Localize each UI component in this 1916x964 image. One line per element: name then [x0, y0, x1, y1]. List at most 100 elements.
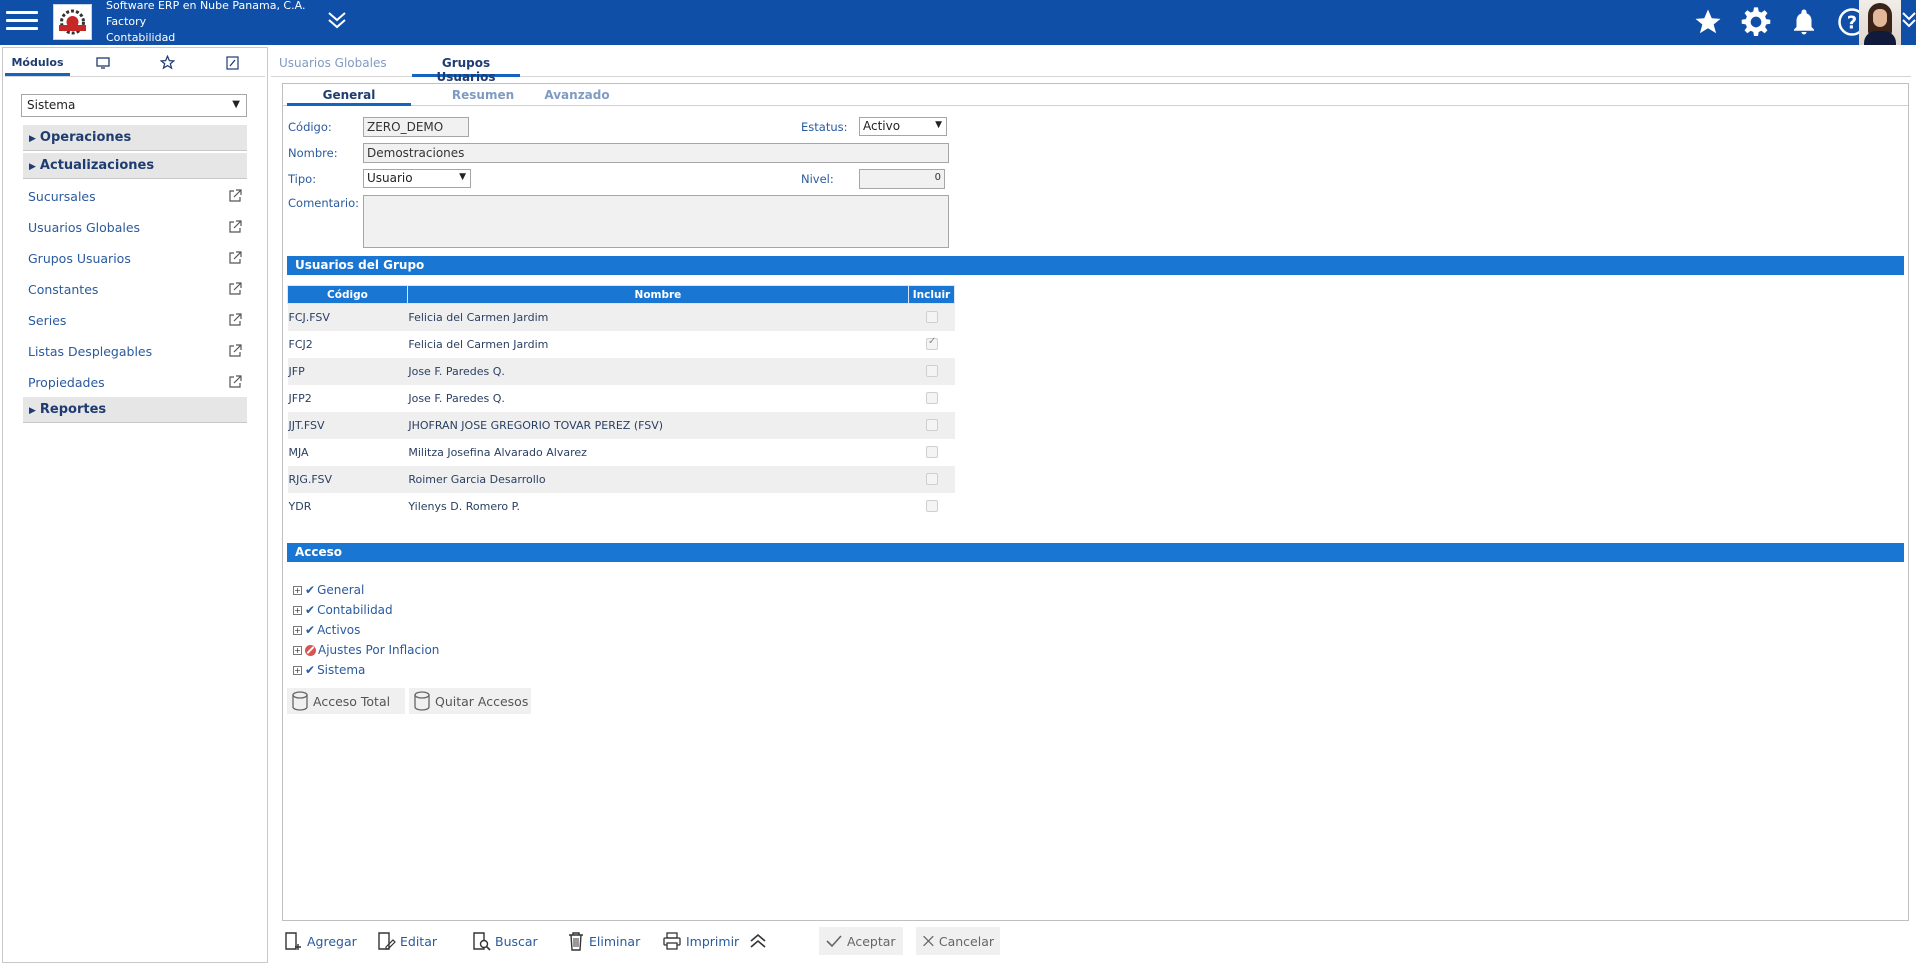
incluir-checkbox-checked[interactable]	[926, 336, 938, 350]
sidebar-item-constantes[interactable]: Constantes	[28, 278, 242, 300]
incluir-checkbox[interactable]	[926, 500, 938, 512]
eliminar-button[interactable]: Eliminar	[567, 927, 640, 955]
tab-edit[interactable]	[200, 52, 265, 76]
tab-modulos[interactable]: Módulos	[5, 52, 70, 76]
incluir-checkbox[interactable]	[926, 365, 938, 377]
sidebar-item-label: Listas Desplegables	[28, 343, 153, 359]
subtab-resumen[interactable]: Resumen	[443, 84, 523, 106]
group-reportes-label: Reportes	[39, 402, 107, 417]
external-link-icon[interactable]	[228, 251, 242, 265]
expand-icon[interactable]: +	[293, 605, 302, 615]
estatus-select[interactable]: Activo ▼	[859, 117, 947, 136]
estatus-label: Estatus:	[801, 120, 848, 134]
table-row[interactable]: MJA Militza Josefina Alvarado Alvarez	[287, 438, 955, 466]
incluir-checkbox[interactable]	[926, 392, 938, 404]
sidebar-item-series[interactable]: Series	[28, 309, 242, 331]
table-row[interactable]: JFP2 Jose F. Paredes Q.	[287, 384, 955, 412]
sidebar-item-propiedades[interactable]: Propiedades	[28, 371, 242, 393]
incluir-checkbox[interactable]	[926, 311, 938, 324]
printer-icon	[663, 932, 681, 950]
comentario-textarea[interactable]	[363, 195, 949, 248]
favorites-star-icon[interactable]	[1684, 4, 1732, 40]
sidebar-item-label: Grupos Usuarios	[28, 250, 131, 266]
group-operaciones[interactable]: ▶ Operaciones	[23, 125, 247, 151]
aceptar-label: Aceptar	[847, 933, 896, 949]
table-row[interactable]: YDR Yilenys D. Romero P.	[287, 492, 955, 520]
external-link-icon[interactable]	[228, 313, 242, 327]
aceptar-button[interactable]: Aceptar	[819, 927, 903, 955]
buscar-button[interactable]: Buscar	[471, 927, 538, 955]
sidebar-item-usuarios-globales[interactable]: Usuarios Globales	[28, 216, 242, 238]
cell-nombre: Jose F. Paredes Q.	[407, 357, 909, 385]
acceso-total-button[interactable]: Acceso Total	[287, 688, 405, 714]
company-name: Software ERP en Nube Panama, C.A.	[106, 0, 306, 12]
col-nombre[interactable]: Nombre	[406, 285, 910, 304]
external-link-icon[interactable]	[228, 375, 242, 389]
expand-icon[interactable]: +	[293, 665, 302, 675]
tree-item-sistema[interactable]: + ✔ Sistema	[293, 661, 365, 679]
cancelar-button[interactable]: Cancelar	[916, 927, 1000, 955]
nivel-field[interactable]: 0	[859, 169, 945, 189]
settings-gear-icon[interactable]	[1732, 4, 1780, 40]
nivel-label: Nivel:	[801, 172, 834, 186]
incluir-checkbox[interactable]	[926, 419, 938, 431]
incluir-checkbox[interactable]	[926, 446, 938, 458]
subtab-avanzado[interactable]: Avanzado	[527, 84, 627, 106]
double-chevron-down-icon[interactable]	[325, 8, 349, 32]
table-row[interactable]: JFP Jose F. Paredes Q.	[287, 357, 955, 385]
external-link-icon[interactable]	[228, 220, 242, 234]
table-row[interactable]: FCJ.FSV Felicia del Carmen Jardim	[287, 303, 955, 331]
sidebar-item-listas-desplegables[interactable]: Listas Desplegables	[28, 340, 242, 362]
tree-item-ajustes-por-inflacion[interactable]: + Ajustes Por Inflacion	[293, 641, 439, 659]
table-row[interactable]: FCJ2 Felicia del Carmen Jardim	[287, 330, 955, 358]
group-reportes[interactable]: ▶ Reportes	[23, 397, 247, 423]
sidebar-item-grupos-usuarios[interactable]: Grupos Usuarios	[28, 247, 242, 269]
sidebar-item-sucursales[interactable]: Sucursales	[28, 185, 242, 207]
tab-favorites[interactable]	[135, 52, 200, 76]
top-bar: Software ERP en Nube Panama, C.A. Factor…	[0, 0, 1916, 45]
sidebar-item-label: Propiedades	[28, 374, 105, 390]
expand-icon[interactable]: +	[293, 625, 302, 635]
editar-button[interactable]: Editar	[376, 927, 437, 955]
chevron-down-icon[interactable]	[1902, 8, 1916, 32]
collapse-up-button[interactable]	[748, 927, 772, 955]
imprimir-button[interactable]: Imprimir	[662, 927, 739, 955]
main-tabs: Usuarios Globales Grupos Usuarios	[271, 51, 1911, 84]
tab-usuarios-globales[interactable]: Usuarios Globales	[279, 51, 387, 77]
sidebar-item-label: Usuarios Globales	[28, 219, 141, 235]
tab-grupos-usuarios[interactable]: Grupos Usuarios	[412, 51, 520, 84]
external-link-icon[interactable]	[228, 282, 242, 296]
edit-document-icon	[378, 932, 396, 950]
tree-item-activos[interactable]: + ✔ Activos	[293, 621, 360, 639]
tipo-select[interactable]: Usuario ▼	[363, 169, 471, 188]
tree-item-general[interactable]: + ✔ General	[293, 581, 364, 599]
main-content: Usuarios Globales Grupos Usuarios Genera…	[271, 47, 1916, 963]
expand-icon[interactable]: +	[293, 585, 302, 595]
table-row[interactable]: JJT.FSV JHOFRAN JOSE GREGORIO TOVAR PERE…	[287, 411, 955, 439]
menu-icon[interactable]	[6, 6, 40, 36]
module-select[interactable]: Sistema ▼	[21, 94, 247, 117]
quitar-accesos-button[interactable]: Quitar Accesos	[409, 688, 531, 714]
tree-item-label: Contabilidad	[317, 603, 393, 617]
expand-icon[interactable]: +	[293, 645, 302, 655]
external-link-icon[interactable]	[228, 189, 242, 203]
cell-codigo: FCJ2	[287, 330, 408, 358]
quitar-accesos-label: Quitar Accesos	[435, 693, 529, 709]
user-avatar[interactable]	[1859, 0, 1901, 45]
tab-monitor[interactable]	[70, 52, 135, 76]
external-link-icon[interactable]	[228, 344, 242, 358]
incluir-checkbox[interactable]	[926, 473, 938, 485]
agregar-button[interactable]: Agregar	[283, 927, 357, 955]
codigo-field[interactable]: ZERO_DEMO	[363, 117, 469, 137]
col-incluir[interactable]: Incluir	[908, 285, 955, 304]
notifications-bell-icon[interactable]	[1780, 4, 1828, 40]
group-operaciones-label: Operaciones	[39, 130, 132, 145]
subtab-general[interactable]: General	[287, 84, 411, 106]
table-row[interactable]: RJG.FSV Roimer Garcia Desarrollo	[287, 465, 955, 493]
check-icon	[826, 935, 842, 948]
check-icon: ✔	[305, 583, 316, 597]
nombre-field[interactable]: Demostraciones	[363, 143, 949, 163]
tree-item-contabilidad[interactable]: + ✔ Contabilidad	[293, 601, 393, 619]
group-actualizaciones[interactable]: ▶ Actualizaciones	[23, 153, 247, 179]
col-codigo[interactable]: Código	[287, 285, 408, 304]
